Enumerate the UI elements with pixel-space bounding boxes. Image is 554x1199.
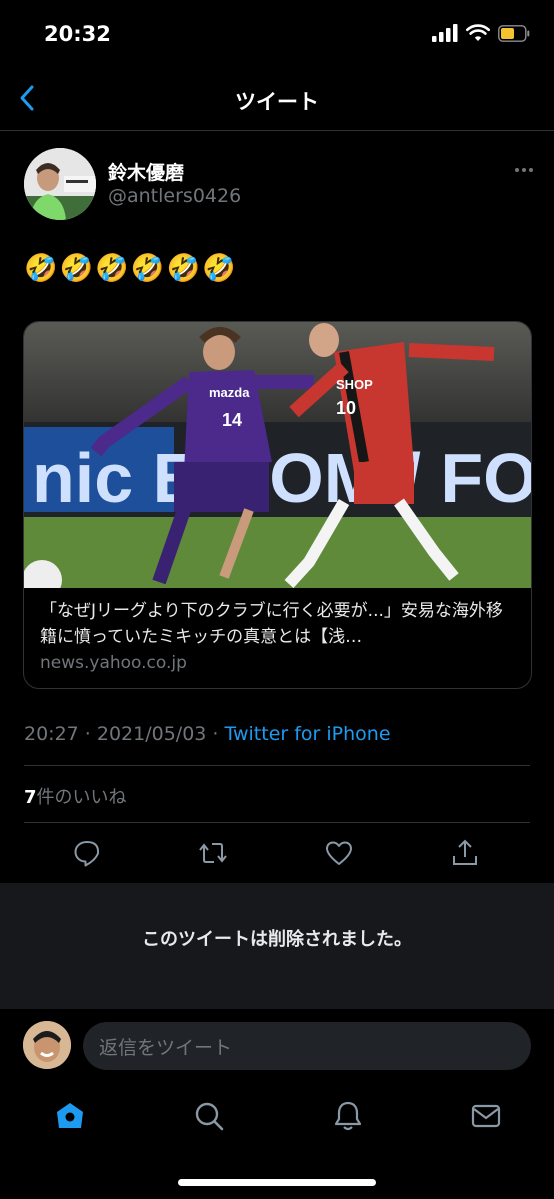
likes-count: 7: [24, 787, 37, 808]
status-time: 20:32: [44, 22, 111, 46]
reply-input[interactable]: 返信をツイート: [83, 1022, 531, 1070]
likes-summary[interactable]: 7件のいいね: [24, 783, 127, 809]
divider: [24, 765, 530, 766]
notifications-icon[interactable]: [332, 1100, 364, 1132]
my-avatar[interactable]: [23, 1021, 71, 1069]
home-icon[interactable]: [54, 1100, 86, 1132]
retweet-icon[interactable]: [198, 838, 228, 868]
tweet-timestamp: 20:27 · 2021/05/03 ·: [24, 723, 225, 745]
author-name[interactable]: 鈴木優磨: [108, 158, 184, 185]
author-avatar[interactable]: [24, 148, 96, 220]
battery-icon: [498, 24, 530, 42]
search-icon[interactable]: [193, 1100, 225, 1132]
jersey-number-left: 14: [222, 410, 242, 430]
deleted-tweet-notice: このツイートは削除されました。: [142, 929, 412, 950]
card-title: 「なぜJリーグより下のクラブに行く必要が...」安易な海外移籍に憤っていたミキッ…: [40, 601, 503, 647]
like-icon[interactable]: [324, 838, 354, 868]
link-card[interactable]: nic E.COM / FO mazda 14 SHOP 10 「なぜJリーグよ…: [23, 321, 532, 689]
jersey-sponsor-left: mazda: [209, 385, 250, 400]
jersey-number-right: 10: [336, 398, 356, 418]
home-indicator: [178, 1179, 376, 1186]
signal-icon: [432, 24, 458, 42]
more-icon[interactable]: [512, 158, 536, 182]
jersey-sponsor-right: SHOP: [336, 377, 373, 392]
author-handle[interactable]: @antlers0426: [108, 185, 241, 207]
tweet-source-link[interactable]: Twitter for iPhone: [225, 723, 391, 745]
card-image: nic E.COM / FO mazda 14 SHOP 10: [24, 322, 531, 588]
card-domain: news.yahoo.co.jp: [40, 653, 187, 673]
tweet-meta: 20:27 · 2021/05/03 · Twitter for iPhone: [24, 723, 391, 745]
status-icons: [432, 24, 530, 42]
reply-icon[interactable]: [72, 838, 102, 868]
tweet-text: 🤣🤣🤣🤣🤣🤣: [24, 253, 238, 284]
likes-label: 件のいいね: [36, 787, 127, 808]
messages-icon[interactable]: [470, 1100, 502, 1132]
reply-placeholder: 返信をツイート: [99, 1036, 233, 1059]
share-icon[interactable]: [450, 838, 480, 868]
page-title: ツイート: [235, 90, 319, 114]
banner-text: nic E.COM / FO: [32, 439, 531, 517]
wifi-icon: [466, 24, 490, 41]
divider: [24, 822, 530, 823]
